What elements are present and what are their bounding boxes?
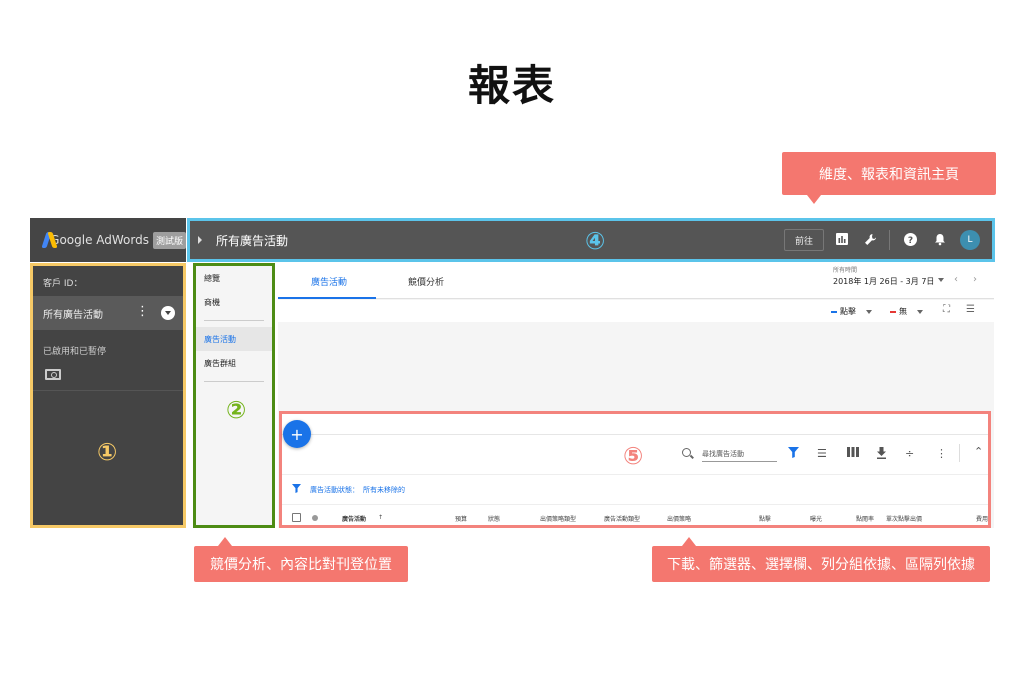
- chevron-down-icon: [866, 309, 872, 314]
- column-header-bid-strategy[interactable]: 出價策略: [667, 514, 691, 523]
- date-range-selector[interactable]: 2018年 1月 26日 - 3月 7日: [833, 276, 934, 287]
- tabs-row: 廣告活動 競價分析 所有時間 2018年 1月 26日 - 3月 7日 ‹ ›: [278, 263, 994, 299]
- column-header-budget[interactable]: 預算: [455, 514, 467, 523]
- avatar[interactable]: L: [960, 230, 980, 250]
- search-list-icon[interactable]: [45, 369, 61, 380]
- column-header-cost[interactable]: 費用: [976, 514, 988, 523]
- next-period-icon[interactable]: ›: [973, 274, 977, 285]
- page-title: 報表: [467, 61, 556, 110]
- toolbar-divider: [959, 444, 960, 462]
- column-header-ctr[interactable]: 點閱率: [856, 514, 874, 523]
- segment-icon[interactable]: ☰: [817, 447, 827, 460]
- nav-item-opportunities[interactable]: 商機: [196, 290, 272, 314]
- metric-label: 無: [899, 307, 907, 316]
- search-icon[interactable]: [682, 448, 691, 457]
- nav-item-campaigns[interactable]: 廣告活動: [196, 327, 272, 351]
- expand-arrow-icon[interactable]: [198, 236, 202, 244]
- header-divider: [889, 230, 890, 250]
- reports-icon[interactable]: [835, 233, 849, 247]
- column-header-status[interactable]: 狀態: [488, 514, 500, 523]
- nav-item-ad-groups[interactable]: 廣告群組: [196, 351, 272, 375]
- nav-item-overview[interactable]: 總覽: [196, 266, 272, 290]
- tab-campaigns[interactable]: 廣告活動: [311, 275, 347, 288]
- filter-icon: [292, 484, 301, 496]
- column-header-campaign-type[interactable]: 廣告活動類型: [604, 514, 640, 523]
- beta-badge: 測試版: [152, 231, 186, 249]
- sort-arrow-icon[interactable]: ↑: [378, 514, 383, 521]
- selected-scope-label: 所有廣告活動: [43, 309, 103, 321]
- bell-icon[interactable]: [933, 233, 947, 247]
- prev-period-icon[interactable]: ‹: [954, 274, 958, 285]
- chart-settings-icon[interactable]: ☰: [966, 304, 975, 315]
- more-vert-icon[interactable]: ⋮: [136, 305, 149, 318]
- metric-color-swatch: [831, 310, 837, 313]
- svg-text:?: ?: [907, 236, 912, 246]
- filter-label: 廣告活動狀態：: [310, 486, 359, 494]
- tab-auction-insights[interactable]: 競價分析: [408, 275, 444, 288]
- columns-icon[interactable]: [847, 447, 859, 460]
- header-title: 所有廣告活動: [216, 233, 289, 248]
- metric-selector-clicks[interactable]: 點擊: [831, 306, 872, 317]
- selected-campaign-scope[interactable]: 所有廣告活動 ⋮: [33, 296, 183, 330]
- add-campaign-button[interactable]: +: [283, 420, 311, 448]
- nav-divider: [204, 320, 264, 321]
- metric-label: 點擊: [840, 307, 856, 316]
- column-header-bid-strategy-type[interactable]: 出價策略類型: [540, 514, 576, 523]
- metric-color-swatch: [890, 310, 896, 313]
- marker-one: ①: [97, 438, 118, 466]
- header-bar: 所有廣告活動 ④ 前往 ? L: [187, 218, 995, 262]
- filter-icon[interactable]: [788, 447, 799, 461]
- collapse-icon[interactable]: ⌃: [974, 445, 983, 458]
- fullscreen-icon[interactable]: ⛶: [943, 304, 950, 315]
- card-divider: [282, 434, 988, 435]
- metric-selector-none[interactable]: 無: [890, 306, 923, 317]
- toolbar-divider: [282, 474, 988, 475]
- goto-button[interactable]: 前往: [784, 229, 825, 251]
- chevron-down-icon: [917, 309, 923, 314]
- active-filter[interactable]: 廣告活動狀態： 所有未移除的: [292, 484, 405, 496]
- marker-five: ⑤: [623, 442, 644, 470]
- logo-text: Google AdWords: [50, 233, 149, 247]
- search-input[interactable]: 尋找廣告活動: [702, 449, 777, 462]
- download-icon[interactable]: [876, 447, 887, 462]
- expand-rows-icon[interactable]: ÷: [905, 447, 914, 460]
- active-tab-indicator: [278, 297, 376, 299]
- column-header-cpc[interactable]: 單次點擊出價: [886, 514, 922, 523]
- panel-divider: [33, 390, 183, 391]
- marker-two: ②: [226, 396, 247, 424]
- adwords-logo-icon: [42, 232, 45, 248]
- date-range-label: 所有時間: [833, 267, 858, 274]
- app-logo-bar[interactable]: Google AdWords 測試版: [30, 218, 186, 262]
- wrench-icon[interactable]: [863, 233, 877, 247]
- status-filter-label: 已啟用和已暫停: [43, 347, 107, 357]
- date-dropdown-icon[interactable]: [938, 278, 944, 282]
- help-icon[interactable]: ?: [903, 233, 917, 247]
- account-panel: 客戶 ID： 所有廣告活動 ⋮ 已啟用和已暫停 ①: [30, 263, 186, 528]
- dropdown-circle-icon[interactable]: [161, 306, 175, 320]
- callout-table-tools: 下載、篩選器、選擇欄、列分組依據、區隔列依據: [652, 537, 990, 582]
- filter-value: 所有未移除的: [363, 486, 405, 494]
- page-nav-panel: 總覽 商機 廣告活動 廣告群組 ②: [193, 263, 275, 528]
- callout-dimensions-reports: 維度、報表和資訊主頁: [782, 152, 996, 204]
- customer-id-label: 客戶 ID：: [43, 279, 83, 289]
- status-dot-icon: [312, 515, 318, 521]
- more-vert-icon[interactable]: ⋮: [936, 447, 947, 460]
- campaign-table-card: ⑤ 尋找廣告活動 ☰ ÷ ⋮ ⌃ 廣告活動狀態： 所有未移除的 廣告活動 ↑ 預…: [279, 411, 991, 528]
- callout-auction-insights: 競價分析、內容比對刊登位置: [194, 537, 408, 582]
- column-header-impressions[interactable]: 曝光: [810, 514, 822, 523]
- column-header-campaign[interactable]: 廣告活動: [342, 514, 366, 523]
- select-all-checkbox[interactable]: [292, 513, 301, 522]
- chart-controls: 點擊 無 ⛶ ☰: [278, 300, 994, 322]
- marker-four: ④: [585, 227, 606, 255]
- nav-divider: [204, 381, 264, 382]
- table-header-divider: [282, 504, 988, 505]
- column-header-clicks[interactable]: 點擊: [759, 514, 771, 523]
